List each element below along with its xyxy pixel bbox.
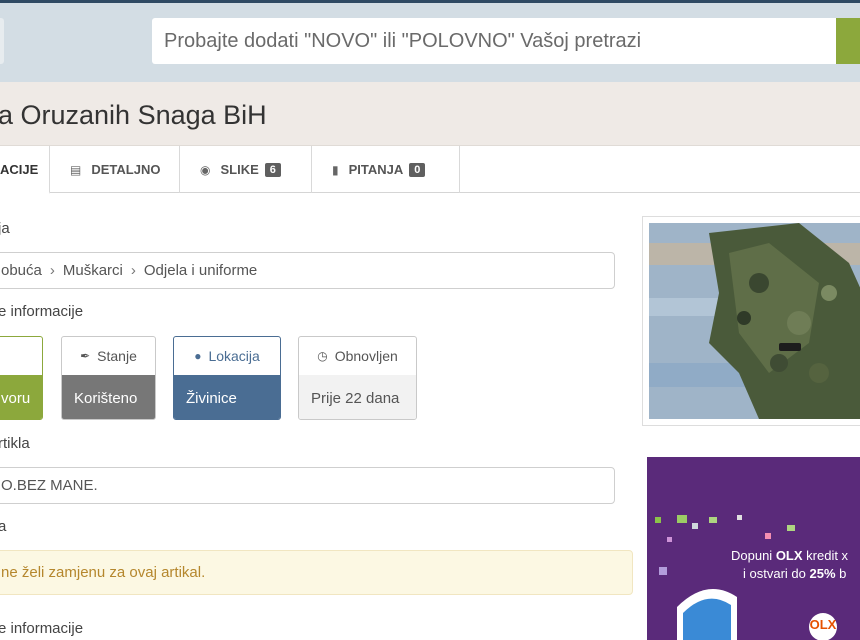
tab-informacije[interactable]: ACIJE [0,146,50,194]
ad-line1-post: kredit x [802,548,849,563]
more-info-label: e informacije [0,620,84,637]
tab-pitanja[interactable]: ▮ PITANJA 0 [312,146,460,193]
uniform-photo-image [649,223,860,419]
card-value: Živinice [174,375,280,419]
card-title: Stanje [97,348,137,364]
card-value: Korišteno [62,375,155,419]
header-top-line [0,0,860,3]
category-label: ja [0,220,10,237]
tab-slike[interactable]: ◉ SLIKE 6 [180,146,312,193]
price-card: voru [0,336,43,420]
location-card[interactable]: ● Lokacija Živinice [173,336,281,420]
card-header [0,337,42,375]
card-value: Prije 22 dana [299,375,416,419]
ad-line2-post: b [835,566,847,581]
description-field: O.BEZ MANE. [0,467,615,504]
ad-brand: OLX [775,548,803,563]
info-section-label: e informacije [0,303,84,320]
card-header: ● Lokacija [174,337,280,375]
tab-label: DETALJNO [91,162,161,177]
page-title: a Oruzanih Snaga BiH [0,100,267,130]
description-text: O.BEZ MANE. [1,477,98,494]
chevron-right-icon: › [130,262,136,279]
category-select-edge[interactable] [0,18,4,64]
ad-discount: 25% [809,566,836,581]
exchange-notice: ne želi zamjenu za ovaj artikal. [0,550,633,595]
clock-icon: ◷ [317,349,328,363]
renewed-card: ◷ Obnovljen Prije 22 dana [298,336,417,420]
ad-line1-pre: Dopuni [731,548,776,563]
search-input[interactable] [152,18,842,64]
breadcrumb-item[interactable]: Odjela i uniforme [144,262,257,279]
location-pin-icon: ● [194,349,202,363]
listing-tabs: ACIJE ▤ DETALJNO ◉ SLIKE 6 ▮ PITANJA 0 [0,146,860,194]
brush-icon: ✒ [80,349,91,363]
breadcrumb-item[interactable]: Muškarci [63,262,123,279]
olx-credit-ad[interactable]: Dopuni OLX kredit x i ostvari do 25% b O… [647,457,860,640]
document-icon: ▤ [70,162,82,177]
ad-text: Dopuni OLX kredit x i ostvari do 25% b [731,547,848,583]
card-title: Lokacija [208,348,260,364]
tab-label: ACIJE [0,161,39,177]
search-button[interactable] [836,18,860,64]
chat-icon: ▮ [332,162,339,177]
card-title: Obnovljen [334,348,398,364]
tab-label: PITANJA [348,162,404,177]
search-field[interactable] [152,18,842,64]
ad-line2-pre: i ostvari do [743,566,810,581]
question-count-badge: 0 [409,162,426,177]
card-header: ◷ Obnovljen [299,337,416,375]
tab-label: SLIKE [220,162,259,177]
chevron-right-icon: › [49,262,55,279]
listing-photo[interactable] [642,216,860,426]
olx-logo: OLX [809,617,837,632]
camera-icon: ◉ [200,162,211,177]
card-value: voru [0,375,42,419]
condition-card: ✒ Stanje Korišteno [61,336,156,420]
tab-detaljno[interactable]: ▤ DETALJNO [50,146,180,193]
exchange-label: a [0,518,7,535]
exchange-notice-text: ne želi zamjenu za ovaj artikal. [1,564,206,581]
description-label: rtikla [0,435,30,452]
breadcrumb-item[interactable]: obuća [1,262,42,279]
category-breadcrumb: obuća › Muškarci › Odjela i uniforme [0,252,615,289]
photo-count-badge: 6 [264,162,281,177]
card-header: ✒ Stanje [62,337,155,375]
